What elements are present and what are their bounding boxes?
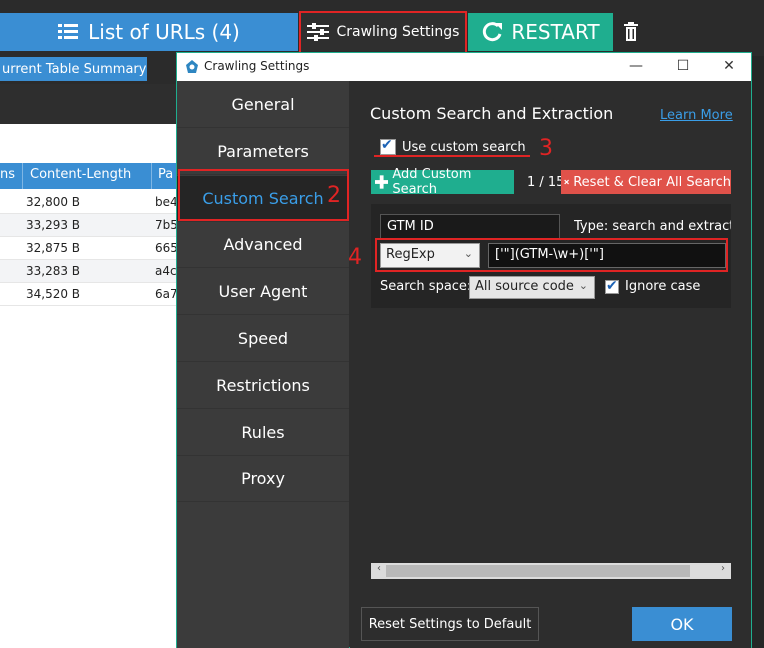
annotation-box-4 xyxy=(375,238,728,272)
nav-item-user-agent[interactable]: User Agent xyxy=(177,269,349,315)
ignore-case-row[interactable]: Ignore case xyxy=(605,278,701,294)
cell-content-length: 32,800 B xyxy=(26,195,81,209)
learn-more-link[interactable]: Learn More xyxy=(660,108,733,123)
nav-item-advanced[interactable]: Advanced xyxy=(177,222,349,268)
use-custom-search-row[interactable]: Use custom search xyxy=(380,137,526,157)
background-right-edge xyxy=(752,56,764,648)
section-heading: Custom Search and Extraction xyxy=(370,104,614,123)
search-space-select[interactable]: All source code ⌄ xyxy=(469,276,595,299)
search-type-text: Type: search and extractio xyxy=(574,219,731,234)
cell-path: be4 xyxy=(155,195,178,209)
table-summary-dropdown[interactable]: urrent Table Summary ▼ xyxy=(0,57,147,81)
scroll-left-icon[interactable]: ‹ xyxy=(372,563,386,574)
trash-icon[interactable] xyxy=(622,22,640,42)
search-space-label: Search space: xyxy=(380,279,472,294)
reset-clear-all-label: Reset & Clear All Search xyxy=(573,174,731,190)
close-icon[interactable]: ✕ xyxy=(719,58,739,74)
restart-button[interactable]: RESTART xyxy=(468,13,613,51)
table-row[interactable]: 33,293 B 7b5 xyxy=(0,214,178,237)
table-row[interactable]: 32,800 B be4 xyxy=(0,191,178,214)
search-counter: 1 / 15 xyxy=(527,175,565,190)
use-custom-search-checkbox[interactable] xyxy=(380,137,396,155)
background-strip xyxy=(0,84,178,124)
cell-path: 6a7 xyxy=(155,287,178,301)
cell-content-length: 34,520 B xyxy=(26,287,81,301)
search-name-input[interactable]: GTM ID xyxy=(380,214,560,240)
annotation-box-2 xyxy=(178,169,349,221)
table-row[interactable]: 32,875 B 665 xyxy=(0,237,178,260)
cell-content-length: 32,875 B xyxy=(26,241,81,255)
annotation-box-1 xyxy=(299,11,467,56)
cell-path: a4c xyxy=(155,264,177,278)
chevron-down-icon: ⌄ xyxy=(578,279,588,292)
add-custom-search-button[interactable]: Add Custom Search xyxy=(371,167,514,197)
table-summary-label: urrent Table Summary xyxy=(2,61,147,77)
ok-button[interactable]: OK xyxy=(632,607,732,641)
nav-item-speed[interactable]: Speed xyxy=(177,316,349,362)
cell-content-length: 33,283 B xyxy=(26,264,81,278)
cell-path: 665 xyxy=(155,241,178,255)
cell-content-length: 33,293 B xyxy=(26,218,81,232)
results-table-header: ns Content-Length Pa xyxy=(0,163,178,189)
scroll-right-icon[interactable]: › xyxy=(716,563,730,574)
add-custom-search-label: Add Custom Search xyxy=(392,167,472,197)
column-header-path[interactable]: Pa xyxy=(158,167,173,182)
minimize-icon[interactable]: — xyxy=(626,58,646,74)
annotation-number-2: 2 xyxy=(327,183,341,208)
annotation-number-3: 3 xyxy=(539,136,553,161)
table-row[interactable]: 34,520 B 6a7 xyxy=(0,283,178,306)
ignore-case-label: Ignore case xyxy=(625,279,701,294)
use-custom-search-label: Use custom search xyxy=(402,139,526,155)
scrollbar-thumb[interactable] xyxy=(386,565,690,577)
app-logo-icon xyxy=(186,60,198,73)
refresh-icon xyxy=(483,22,503,42)
cell-path: 7b5 xyxy=(155,218,178,232)
nav-item-restrictions[interactable]: Restrictions xyxy=(177,363,349,409)
reset-settings-default-button[interactable]: Reset Settings to Default xyxy=(361,607,539,641)
search-space-value: All source code xyxy=(475,279,574,294)
list-icon xyxy=(58,24,79,39)
plus-icon xyxy=(375,175,389,189)
nav-item-general[interactable]: General xyxy=(177,82,349,128)
dialog-title: Crawling Settings xyxy=(204,59,310,73)
nav-item-rules[interactable]: Rules xyxy=(177,410,349,456)
restart-label: RESTART xyxy=(511,20,600,44)
reset-clear-all-button[interactable]: Reset & Clear All Search xyxy=(561,170,731,194)
list-of-urls-button[interactable]: List of URLs (4) xyxy=(0,13,298,51)
annotation-underline-3 xyxy=(374,155,530,157)
column-header-content-length[interactable]: Content-Length xyxy=(30,167,131,182)
list-of-urls-label: List of URLs (4) xyxy=(88,20,240,44)
table-row[interactable]: 33,283 B a4c xyxy=(0,260,178,283)
nav-item-proxy[interactable]: Proxy xyxy=(177,456,349,502)
x-icon xyxy=(564,179,569,185)
ignore-case-checkbox[interactable] xyxy=(605,278,619,294)
maximize-icon[interactable]: ☐ xyxy=(673,58,693,74)
annotation-number-4: 4 xyxy=(348,245,362,270)
column-header-ns[interactable]: ns xyxy=(0,167,15,182)
